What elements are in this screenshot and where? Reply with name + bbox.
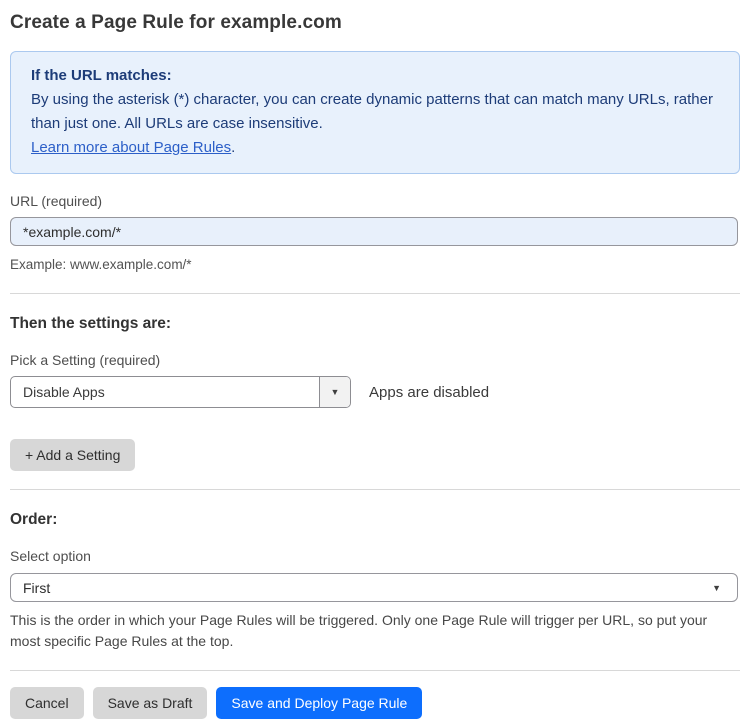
divider <box>10 489 740 490</box>
learn-more-link[interactable]: Learn more about Page Rules <box>31 139 231 156</box>
setting-row: Disable Apps ▼ Apps are disabled <box>10 376 740 408</box>
url-field-label: URL (required) <box>10 193 103 209</box>
setting-status-text: Apps are disabled <box>369 383 490 401</box>
link-suffix: . <box>231 139 236 156</box>
divider <box>10 670 740 671</box>
order-select-label: Select option <box>10 548 91 564</box>
url-matches-info-box: If the URL matches: By using the asteris… <box>10 51 740 174</box>
info-box-body: By using the asterisk (*) character, you… <box>31 91 713 132</box>
chevron-down-icon: ▼ <box>712 582 721 593</box>
setting-picker-dropdown[interactable]: Disable Apps ▼ <box>10 376 351 408</box>
info-box-link-line: Learn more about Page Rules. <box>31 136 719 160</box>
setting-picker-value: Disable Apps <box>23 384 105 400</box>
save-deploy-button[interactable]: Save and Deploy Page Rule <box>216 687 423 719</box>
settings-section-heading: Then the settings are: <box>10 315 172 332</box>
order-select-value: First <box>23 579 51 596</box>
url-input[interactable] <box>10 217 738 246</box>
order-helper-text: This is the order in which your Page Rul… <box>10 612 708 649</box>
divider <box>10 293 740 294</box>
url-example-helper: Example: www.example.com/* <box>10 257 192 272</box>
save-draft-button[interactable]: Save as Draft <box>92 687 208 719</box>
order-section-heading: Order: <box>10 511 58 528</box>
footer-actions: Cancel Save as Draft Save and Deploy Pag… <box>10 687 740 719</box>
order-select[interactable]: First ▼ <box>10 573 738 602</box>
info-box-heading: If the URL matches: <box>31 67 172 84</box>
chevron-down-icon[interactable]: ▼ <box>319 377 350 407</box>
cancel-button[interactable]: Cancel <box>10 687 84 719</box>
add-setting-button[interactable]: + Add a Setting <box>10 439 136 471</box>
page-title: Create a Page Rule for example.com <box>10 12 342 33</box>
pick-setting-label: Pick a Setting (required) <box>10 352 161 368</box>
